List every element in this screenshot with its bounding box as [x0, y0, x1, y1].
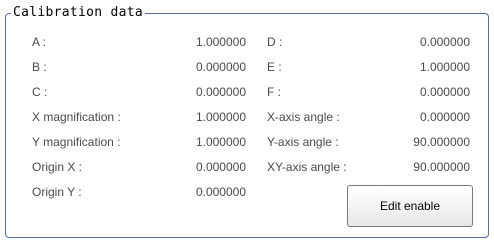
value-y-magnification: 1.000000 [195, 135, 246, 149]
value-x-magnification: 1.000000 [195, 110, 246, 124]
label-d: D : [267, 35, 283, 49]
value-xy-axis-angle: 90.000000 [413, 160, 470, 174]
label-c: C : [32, 85, 48, 99]
label-y-axis-angle: Y-axis angle : [267, 135, 339, 149]
label-x-magnification: X magnification : [32, 110, 121, 124]
label-b: B : [32, 60, 47, 74]
value-a: 1.000000 [195, 35, 246, 49]
value-y-axis-angle: 90.000000 [413, 135, 470, 149]
label-x-axis-angle: X-axis angle : [267, 110, 340, 124]
value-c: 0.000000 [195, 85, 246, 99]
label-f: F : [267, 85, 281, 99]
label-a: A : [32, 35, 47, 49]
edit-enable-button[interactable]: Edit enable [347, 185, 473, 227]
value-x-axis-angle: 0.000000 [419, 110, 470, 124]
value-origin-x: 0.000000 [195, 160, 246, 174]
label-y-magnification: Y magnification : [32, 135, 121, 149]
label-xy-axis-angle: XY-axis angle : [267, 160, 347, 174]
label-origin-x: Origin X : [32, 160, 83, 174]
value-f: 0.000000 [419, 85, 470, 99]
label-e: E : [267, 60, 282, 74]
value-d: 0.000000 [419, 35, 470, 49]
label-origin-y: Origin Y : [32, 185, 82, 199]
value-b: 0.000000 [195, 60, 246, 74]
group-title: Calibration data [11, 4, 146, 22]
value-origin-y: 0.000000 [195, 185, 246, 199]
value-e: 1.000000 [419, 60, 470, 74]
